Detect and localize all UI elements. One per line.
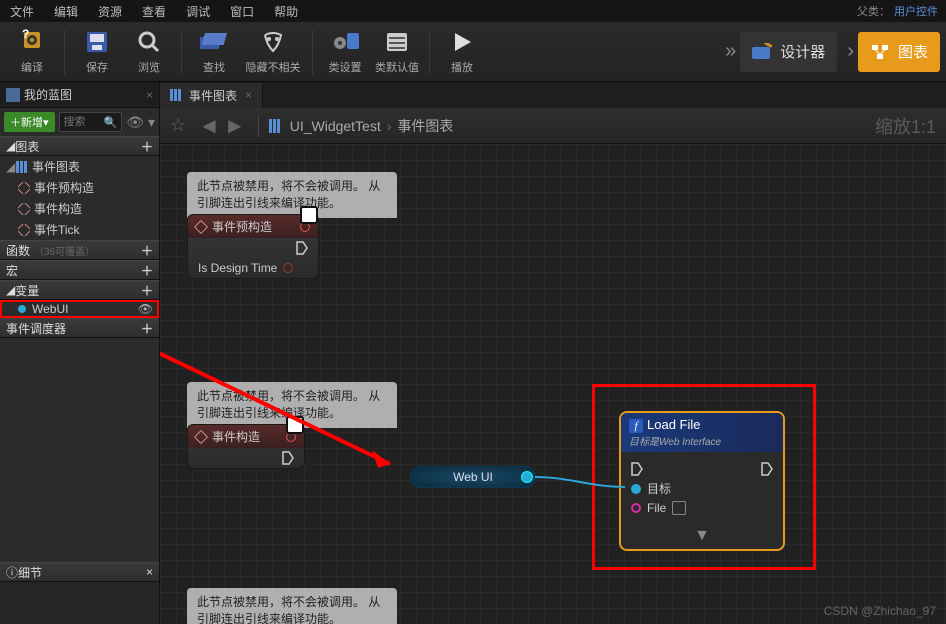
save-icon xyxy=(83,28,111,56)
graph-tab-icon xyxy=(170,89,184,101)
blueprint-tab-label[interactable]: 我的蓝图 xyxy=(24,86,72,103)
hide-unrelated-button[interactable]: 隐藏不相关 xyxy=(240,24,306,80)
section-macros[interactable]: 宏＋ xyxy=(0,260,159,280)
close-details-icon[interactable]: × xyxy=(146,565,153,579)
save-button[interactable]: 保存 xyxy=(71,24,123,80)
play-icon xyxy=(448,28,476,56)
details-tab[interactable]: ⓘ 细节× xyxy=(0,562,159,582)
zoom-level: 缩放1:1 xyxy=(875,113,936,139)
tree-item[interactable]: 事件Tick xyxy=(0,219,159,240)
menu-asset[interactable]: 资源 xyxy=(88,3,132,20)
event-icon xyxy=(194,219,208,233)
add-new-button[interactable]: ＋新增 ▾ xyxy=(4,112,55,132)
add-macro-icon[interactable]: ＋ xyxy=(141,262,153,279)
node-variable-webui[interactable]: Web UI xyxy=(410,466,536,488)
chart-mode-button[interactable]: 图表 xyxy=(858,32,940,72)
section-functions[interactable]: 函数（36可覆盖）＋ xyxy=(0,240,159,260)
add-function-icon[interactable]: ＋ xyxy=(141,242,153,259)
browse-icon xyxy=(135,28,163,56)
menu-debug[interactable]: 调试 xyxy=(176,3,220,20)
hide-icon xyxy=(259,28,287,56)
favorite-icon[interactable]: ☆ xyxy=(170,115,186,136)
add-dispatcher-icon[interactable]: ＋ xyxy=(141,320,153,337)
annotation-box xyxy=(592,384,816,570)
designer-icon xyxy=(752,43,774,61)
find-icon xyxy=(200,28,228,56)
compile-icon: ? xyxy=(18,28,46,56)
menu-view[interactable]: 查看 xyxy=(132,3,176,20)
event-graph-tab[interactable]: 事件图表 × xyxy=(160,83,263,108)
exec-out-pin[interactable] xyxy=(282,451,294,465)
close-tab-icon[interactable]: × xyxy=(146,88,153,102)
node-event-preconstruct[interactable]: 事件预构造 Is Design Time xyxy=(187,214,319,279)
designer-mode-button[interactable]: 设计器 xyxy=(740,32,837,72)
nav-forward-icon[interactable]: ► xyxy=(224,113,246,139)
search-icon: 🔍 xyxy=(104,116,118,129)
add-variable-icon[interactable]: ＋ xyxy=(141,282,153,299)
add-graph-icon[interactable]: ＋ xyxy=(141,138,153,155)
section-dispatchers[interactable]: 事件调度器＋ xyxy=(0,318,159,338)
variable-webui[interactable]: WebUI 👁 xyxy=(0,300,159,318)
menubar: 文件 编辑 资源 查看 调试 窗口 帮助 父类： 用户控件 xyxy=(0,0,946,22)
breadcrumb-graph[interactable]: 事件图表 xyxy=(397,116,453,136)
bool-pin-icon[interactable] xyxy=(283,263,293,273)
graph-area: 事件图表 × ☆ ◄ ► UI_WidgetTest › 事件图表 缩放1:1 … xyxy=(160,82,946,624)
visibility-toggle-icon[interactable]: 👁 ▾ xyxy=(126,114,155,131)
class-settings-button[interactable]: 类设置 xyxy=(319,24,371,80)
tree-event-graph[interactable]: ◢事件图表 xyxy=(0,156,159,177)
graph-canvas[interactable]: 此节点被禁用，将不会被调用。 从引脚连出引线来编译功能。 事件预构造 Is De… xyxy=(160,144,946,624)
defaults-icon xyxy=(383,28,411,56)
parent-class-link[interactable]: 用户控件 xyxy=(894,3,946,19)
play-button[interactable]: 播放 xyxy=(436,24,488,80)
settings-icon xyxy=(331,28,359,56)
node-disabled-comment: 此节点被禁用，将不会被调用。 从引脚连出引线来编译功能。 xyxy=(187,172,397,218)
close-graph-tab-icon[interactable]: × xyxy=(245,88,252,102)
my-blueprint-panel: 我的蓝图 × ＋新增 ▾ 🔍 👁 ▾ ◢图表＋ ◢事件图表 事件预构造 事件构造… xyxy=(0,82,160,624)
compile-button[interactable]: ? 编译 xyxy=(6,24,58,80)
chart-icon xyxy=(870,43,892,61)
nav-back-icon[interactable]: ◄ xyxy=(198,113,220,139)
graph-crumb-icon xyxy=(269,119,280,133)
section-variables[interactable]: ◢变量＋ xyxy=(0,280,159,300)
node-disabled-comment: 此节点被禁用，将不会被调用。 从引脚连出引线来编译功能。 xyxy=(187,588,397,624)
search-input[interactable]: 🔍 xyxy=(59,112,123,132)
chevrons-icon[interactable]: » xyxy=(725,40,736,63)
event-icon xyxy=(194,429,208,443)
class-defaults-button[interactable]: 类默认值 xyxy=(371,24,423,80)
menu-window[interactable]: 窗口 xyxy=(220,3,264,20)
section-graph[interactable]: ◢图表＋ xyxy=(0,136,159,156)
menu-help[interactable]: 帮助 xyxy=(264,3,308,20)
watermark: CSDN @Zhichao_97 xyxy=(824,604,936,618)
exec-out-pin[interactable] xyxy=(296,241,308,255)
blueprint-tab-icon xyxy=(6,88,20,102)
tree-item[interactable]: 事件构造 xyxy=(0,198,159,219)
toolbar: ? 编译 保存 浏览 查找 隐藏不相关 类设置 类默认值 播放 » 设计器 › … xyxy=(0,22,946,82)
browse-button[interactable]: 浏览 xyxy=(123,24,175,80)
svg-text:?: ? xyxy=(22,28,29,41)
parent-class-label: 父类： xyxy=(857,3,894,19)
object-pin-icon xyxy=(18,305,26,313)
node-toggle[interactable] xyxy=(300,206,318,224)
object-out-pin[interactable] xyxy=(521,471,533,483)
mode-separator-icon: › xyxy=(847,40,854,63)
tree-item[interactable]: 事件预构造 xyxy=(0,177,159,198)
node-toggle[interactable] xyxy=(286,416,304,434)
menu-edit[interactable]: 编辑 xyxy=(44,3,88,20)
variable-visibility-icon[interactable]: 👁 xyxy=(138,302,153,316)
menu-file[interactable]: 文件 xyxy=(0,3,44,20)
breadcrumb-asset[interactable]: UI_WidgetTest xyxy=(290,118,381,134)
pin-is-design-time[interactable]: Is Design Time xyxy=(198,261,277,275)
find-button[interactable]: 查找 xyxy=(188,24,240,80)
